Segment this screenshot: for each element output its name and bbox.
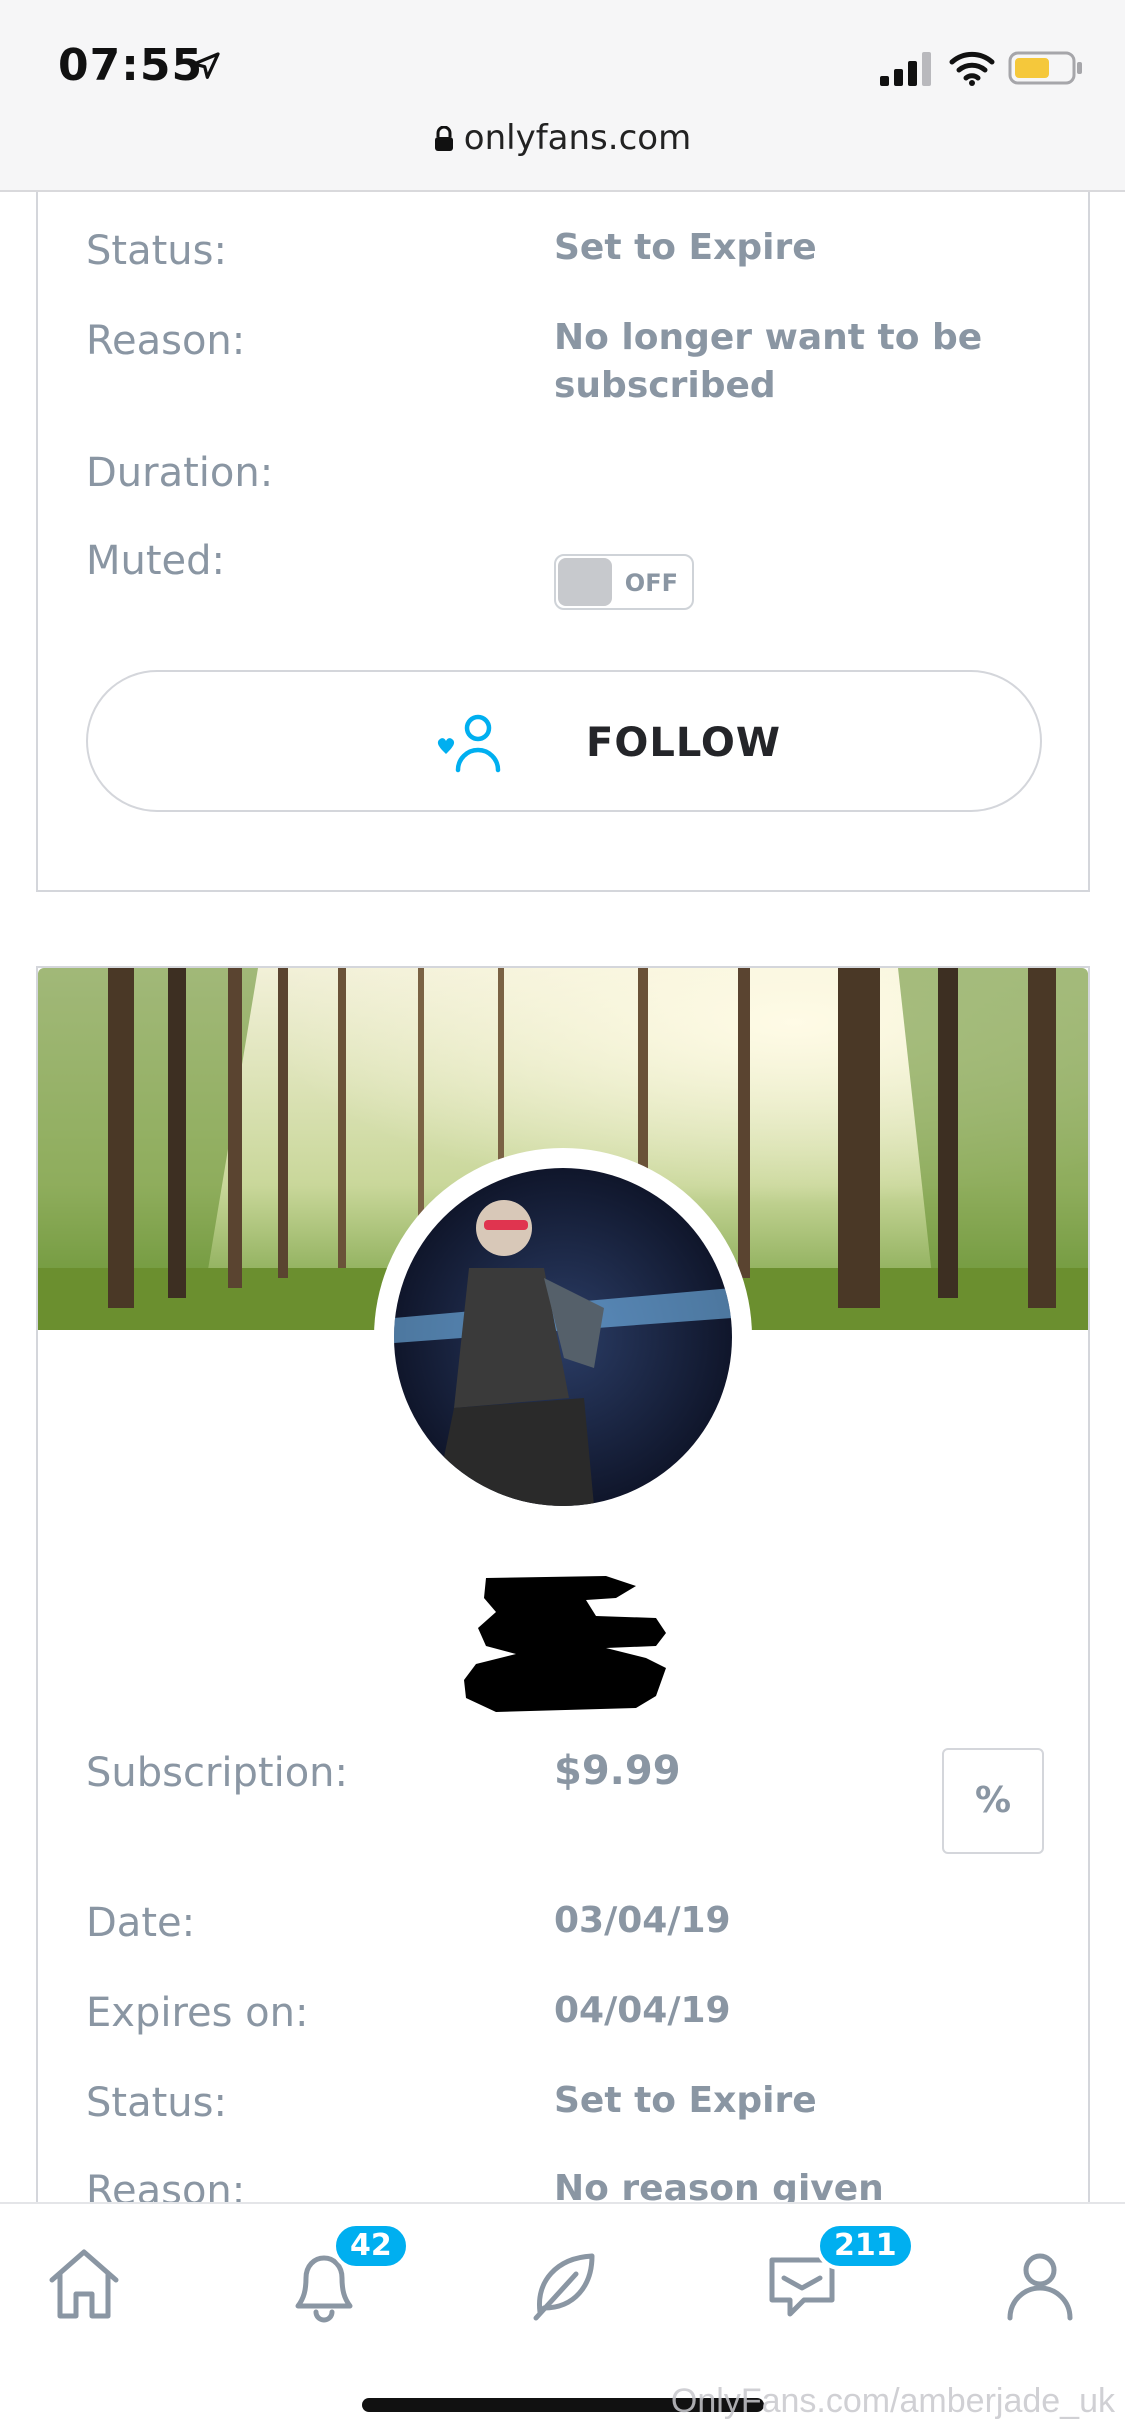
reason-label: Reason: [86,318,246,364]
redacted-username [464,1576,666,1712]
nav-home[interactable] [42,2242,126,2326]
messages-badge: 211 [816,2222,915,2270]
toggle-state-label: OFF [624,569,678,597]
app-page: 07:55 onlyfans.com Status: Set to Expire… [0,0,1125,2436]
location-arrow-icon [192,52,220,79]
browser-top-bar: 07:55 onlyfans.com [0,0,1125,192]
duration-label: Duration: [86,450,274,496]
follow-user-icon [437,714,501,773]
muted-label: Muted: [86,538,226,584]
date-label: Date: [86,1900,196,1946]
reason-value: No longer want to be subscribed [554,317,983,406]
follow-button[interactable]: FOLLOW [86,670,1042,812]
expires-value: 04/04/19 [554,1990,731,2031]
avatar[interactable] [394,1168,732,1506]
url-text: onlyfans.com [463,118,692,158]
status-value: Set to Expire [554,227,817,268]
subscription-card-1: Status: Set to Expire Reason: No longer … [36,192,1090,892]
discount-button[interactable]: % [942,1748,1044,1854]
battery-icon [1008,51,1082,85]
watermark: OnlyFans.com/amberjade_uk [670,2382,1115,2420]
expires-label: Expires on: [86,1990,309,2036]
nav-notifications[interactable]: 42 [282,2222,410,2326]
status-time: 07:55 [58,40,204,91]
nav-messages[interactable]: 211 [760,2222,915,2326]
toggle-knob [558,558,612,606]
nav-profile[interactable] [998,2242,1082,2326]
status-label: Status: [86,228,227,274]
address-bar[interactable]: onlyfans.com [0,118,1125,158]
profile-icon [1007,2253,1073,2321]
status-value-2: Set to Expire [554,2080,817,2121]
notifications-badge: 42 [332,2222,410,2270]
follow-label: FOLLOW [586,720,782,766]
muted-toggle[interactable]: OFF [554,554,694,610]
avatar-ring [374,1148,752,1526]
feather-icon [533,2253,595,2321]
status-label-2: Status: [86,2080,227,2126]
home-icon [49,2249,119,2319]
date-value: 03/04/19 [554,1900,731,1941]
lock-icon [434,126,453,151]
subscription-label: Subscription: [86,1750,349,1796]
subscription-price: $9.99 [554,1748,681,1794]
nav-feed[interactable] [522,2242,606,2326]
wifi-icon [949,51,995,86]
cellular-signal-icon [880,52,931,86]
